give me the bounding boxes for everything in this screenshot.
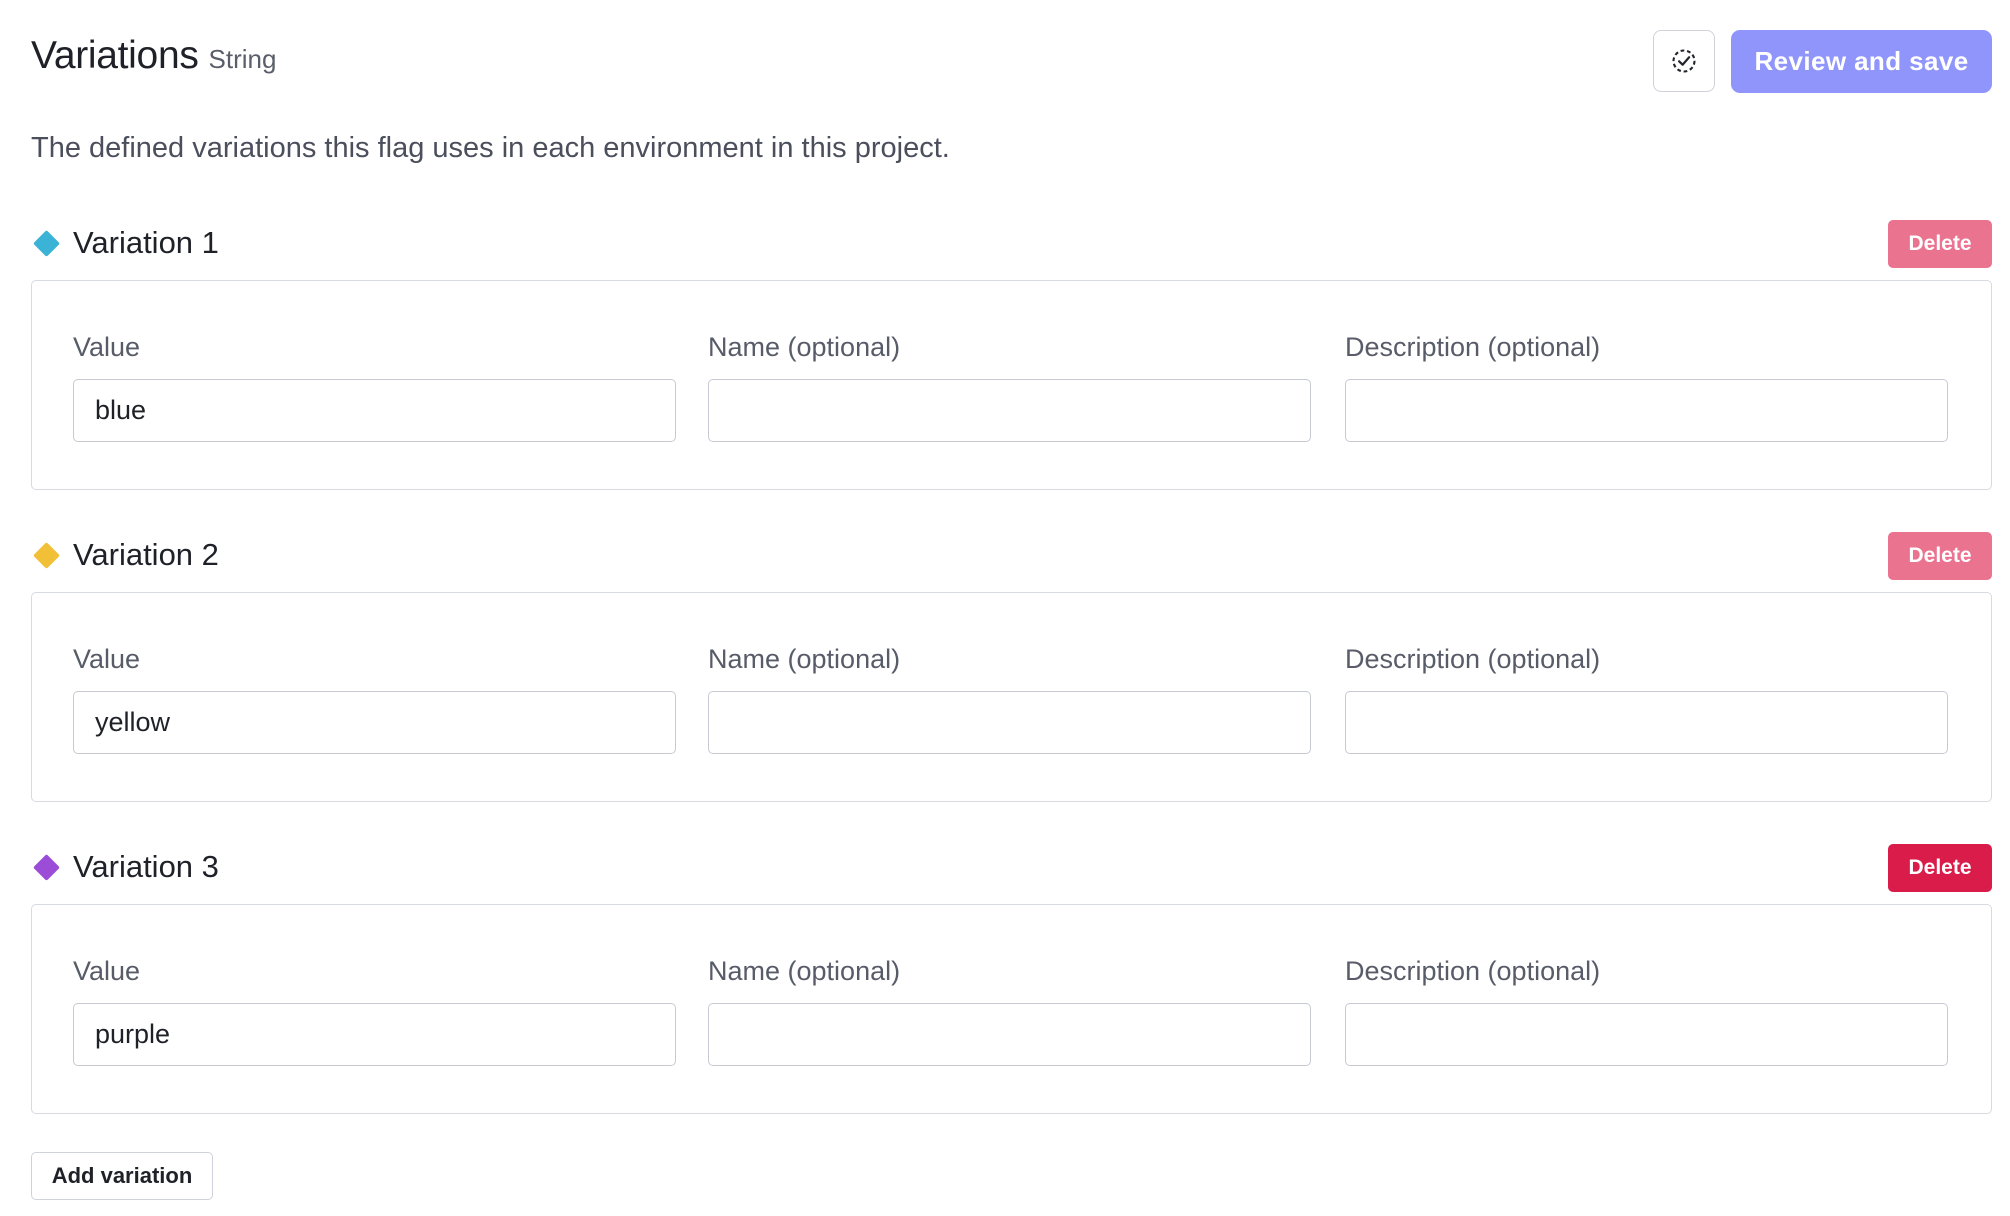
name-label: Name (optional) (708, 332, 901, 362)
review-and-save-button[interactable]: Review and save (1731, 30, 1992, 93)
page-header: Variations String Review and save (31, 30, 1992, 94)
description-label: Description (optional) (1345, 644, 1601, 674)
value-label: Value (73, 644, 141, 674)
variation-header: Variation 2 Delete (31, 532, 1992, 580)
name-input[interactable] (708, 379, 1311, 442)
delete-variation-button[interactable]: Delete (1888, 220, 1992, 268)
description-field-group: Description (optional) (1345, 641, 1948, 754)
name-field-group: Name (optional) (708, 641, 1311, 754)
value-input[interactable] (73, 691, 676, 754)
value-field-group: Value (73, 953, 676, 1066)
name-label: Name (optional) (708, 644, 901, 674)
description-field-group: Description (optional) (1345, 953, 1948, 1066)
description-input[interactable] (1345, 379, 1948, 442)
value-input[interactable] (73, 379, 676, 442)
description-input[interactable] (1345, 691, 1948, 754)
variation-card: Value Name (optional) Description (optio… (31, 592, 1992, 802)
page-title: Variations (31, 34, 199, 77)
variation-title: Variation 1 (73, 225, 219, 260)
name-field-group: Name (optional) (708, 329, 1311, 442)
variation-color-diamond-icon (33, 542, 60, 569)
variation-header: Variation 1 Delete (31, 220, 1992, 268)
dashed-circle-check-icon (1672, 49, 1696, 73)
value-field-group: Value (73, 641, 676, 754)
variation-color-diamond-icon (33, 230, 60, 257)
description-input[interactable] (1345, 1003, 1948, 1066)
variation-card: Value Name (optional) Description (optio… (31, 280, 1992, 490)
description-label: Description (optional) (1345, 956, 1601, 986)
variation-color-diamond-icon (33, 854, 60, 881)
add-variation-button[interactable]: Add variation (31, 1152, 213, 1200)
value-label: Value (73, 956, 141, 986)
name-input[interactable] (708, 691, 1311, 754)
flag-type-label: String (208, 44, 277, 74)
description-label: Description (optional) (1345, 332, 1601, 362)
delete-variation-button[interactable]: Delete (1888, 844, 1992, 892)
validate-button[interactable] (1653, 30, 1715, 92)
value-field-group: Value (73, 329, 676, 442)
name-field-group: Name (optional) (708, 953, 1311, 1066)
variation-title: Variation 2 (73, 537, 219, 572)
page-description: The defined variations this flag uses in… (31, 132, 950, 164)
name-input[interactable] (708, 1003, 1311, 1066)
value-label: Value (73, 332, 141, 362)
variation-title: Variation 3 (73, 849, 219, 884)
value-input[interactable] (73, 1003, 676, 1066)
name-label: Name (optional) (708, 956, 901, 986)
delete-variation-button[interactable]: Delete (1888, 532, 1992, 580)
variation-header: Variation 3 Delete (31, 844, 1992, 892)
page-title-group: Variations String (31, 34, 276, 78)
description-field-group: Description (optional) (1345, 329, 1948, 442)
variation-card: Value Name (optional) Description (optio… (31, 904, 1992, 1114)
